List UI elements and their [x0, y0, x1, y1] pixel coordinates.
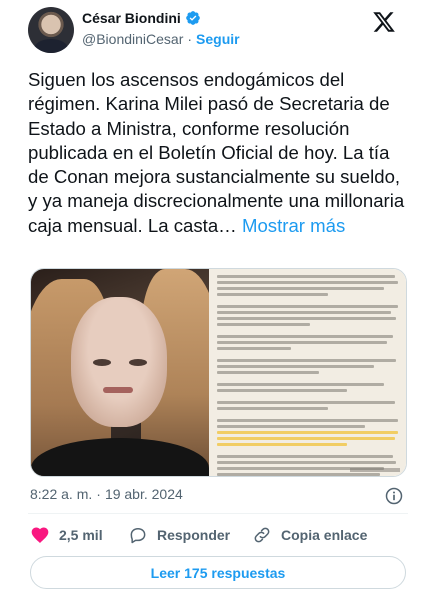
x-logo-icon[interactable] [372, 10, 396, 34]
author-name[interactable]: César Biondini [82, 10, 181, 26]
media-photo [31, 269, 221, 476]
divider [28, 513, 408, 514]
tweet-date: 19 abr. 2024 [104, 486, 183, 502]
media-document [209, 269, 406, 476]
author-name-row[interactable]: César Biondini [82, 10, 201, 26]
read-replies-button[interactable]: Leer 175 respuestas [30, 556, 406, 589]
tweet-text: Siguen los ascensos endogámicos del régi… [28, 68, 408, 238]
copy-link-label: Copia enlace [281, 527, 368, 543]
tweet-timestamp[interactable]: 8:22 a. m. · 19 abr. 2024 [30, 486, 183, 502]
reply-icon [130, 528, 146, 544]
like-count: 2,5 mil [59, 527, 103, 543]
author-handle-row: @BiondiniCesar · Seguir [82, 31, 240, 47]
action-bar: 2,5 mil Responder Copia enlace [30, 525, 400, 547]
tweet-body: Siguen los ascensos endogámicos del régi… [28, 69, 405, 236]
info-icon[interactable] [384, 486, 404, 506]
show-more-link[interactable]: Mostrar más [242, 215, 345, 236]
reply-label: Responder [157, 527, 231, 543]
like-button[interactable]: 2,5 mil [30, 525, 103, 545]
heart-icon [31, 527, 49, 544]
tweet-header: César Biondini @BiondiniCesar · Seguir [0, 0, 429, 60]
follow-button[interactable]: Seguir [196, 31, 240, 47]
reply-button[interactable]: Responder [128, 525, 230, 545]
meta-separator: · [96, 486, 101, 502]
tweet-media[interactable] [30, 268, 407, 477]
link-icon [254, 527, 270, 543]
tweet-time: 8:22 a. m. [30, 486, 93, 502]
author-handle[interactable]: @BiondiniCesar [82, 31, 183, 47]
author-avatar[interactable] [28, 7, 74, 53]
handle-separator: · [187, 31, 193, 47]
copy-link-button[interactable]: Copia enlace [252, 525, 367, 545]
verified-badge-icon [185, 11, 200, 25]
